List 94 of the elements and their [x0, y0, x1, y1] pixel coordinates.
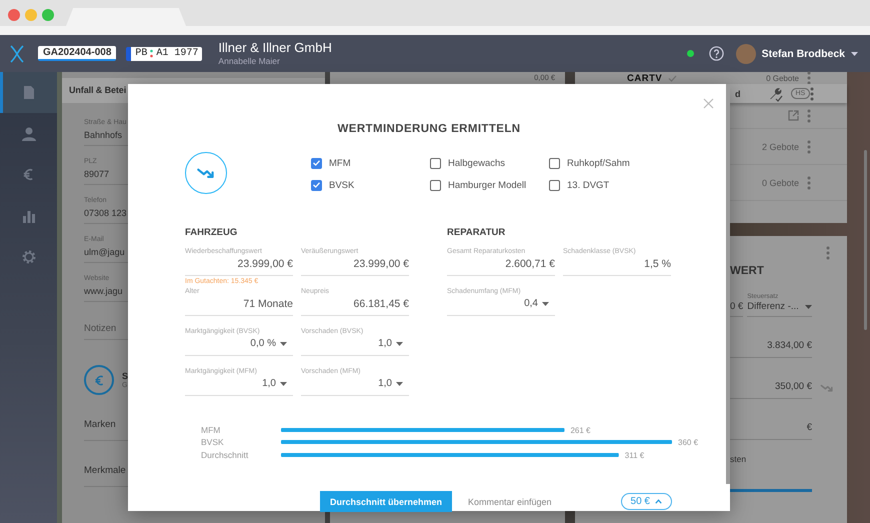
card-title: WERT: [730, 264, 765, 278]
field-value: 23.999,00 €: [236, 257, 293, 271]
caret-icon: [280, 342, 287, 346]
method-checkbox[interactable]: MFM: [311, 152, 430, 174]
value-label: 360 €: [678, 438, 698, 447]
bid-count: 0 Gebote: [766, 74, 799, 82]
amount-value: 350,00 €: [775, 380, 812, 394]
section-link[interactable]: Merkmale: [84, 465, 126, 476]
field-value: 1,0: [378, 337, 392, 351]
chevron-up-icon: [655, 499, 662, 504]
toolbar-text: d: [735, 88, 740, 98]
add-comment-link[interactable]: Kommentar einfügen: [468, 496, 552, 506]
checkbox[interactable]: [430, 180, 441, 190]
avatar[interactable]: [736, 44, 756, 64]
check-icon: [313, 160, 320, 166]
settings-icon: [20, 248, 36, 264]
field-value: 66.181,45 €: [352, 297, 409, 311]
caret-icon: [542, 302, 549, 306]
checkbox[interactable]: [430, 158, 441, 168]
external-link-icon[interactable]: [788, 110, 799, 121]
company-name: Illner & Illner GmbH: [218, 40, 332, 56]
euro-icon: [92, 374, 106, 386]
caret-icon: [280, 382, 287, 386]
field-value: Bahnhofs: [84, 129, 122, 142]
bar-label: Durchschnitt: [201, 450, 248, 460]
method-checkbox[interactable]: Hamburger Modell: [430, 174, 549, 196]
field-value: 1,5 %: [643, 257, 671, 271]
dialog-title: WERTMINDERUNG ERMITTELN: [336, 122, 522, 136]
value-label: 311 €: [624, 451, 644, 460]
amount-value: €: [806, 421, 812, 435]
contact-name: Annabelle Maier: [218, 56, 281, 67]
more-icon[interactable]: [826, 246, 830, 260]
bid-count: 0 Gebote: [762, 178, 799, 188]
section-link[interactable]: Marken: [84, 419, 116, 430]
amount-value: 3.834,00 €: [767, 339, 812, 353]
field-value: ulm@jagu: [84, 246, 125, 259]
plate-region: PB: [135, 48, 148, 60]
help-icon[interactable]: [708, 46, 724, 61]
field-value: 1,0: [262, 377, 276, 391]
method-checkbox[interactable]: Ruhkopf/Sahm: [549, 152, 668, 174]
tax-select[interactable]: Differenz -...: [747, 301, 812, 317]
scrollbar[interactable]: [726, 84, 730, 484]
method-checkbox[interactable]: Halbgewachs: [430, 152, 549, 174]
plate-number: A1 1977: [156, 48, 198, 60]
sidebar-item[interactable]: [0, 72, 57, 113]
logo-icon[interactable]: [9, 44, 25, 62]
field-value: 71 Monate: [242, 297, 293, 311]
checkbox[interactable]: [311, 180, 322, 190]
person-icon: [20, 126, 36, 140]
section-title: FAHRZEUG: [185, 227, 238, 239]
summary-title: S: [122, 370, 128, 380]
field-value: 1,0: [378, 377, 392, 391]
notes-field[interactable]: Notizen: [84, 323, 124, 334]
document-icon: [22, 85, 34, 100]
bar-label: BVSK: [201, 437, 224, 447]
user-name[interactable]: Stefan Brodbeck: [762, 48, 845, 60]
section-title: REPARATUR: [447, 227, 506, 239]
field-value: 0,4: [524, 297, 538, 311]
case-number: GA202404-008: [38, 46, 116, 61]
more-icon[interactable]: [807, 71, 811, 85]
field-value: 89077: [84, 168, 110, 181]
field-value: 23.999,00 €: [352, 257, 409, 271]
check-icon: [313, 182, 320, 188]
close-button[interactable]: [8, 9, 20, 21]
bid-count: 2 Gebote: [762, 142, 799, 152]
brand-name: CARTV: [627, 72, 662, 84]
scrollbar[interactable]: [864, 150, 867, 330]
more-icon[interactable]: [807, 176, 811, 190]
checkbox[interactable]: [549, 180, 560, 190]
more-icon[interactable]: [807, 140, 811, 154]
field-value: 07308 123: [84, 207, 127, 220]
caret-icon: [805, 305, 812, 309]
maximize-button[interactable]: [42, 9, 54, 21]
method-checkbox[interactable]: 13. DVGT: [549, 174, 668, 196]
caret-icon: [396, 342, 403, 346]
card-text: sten: [730, 454, 748, 464]
more-icon[interactable]: [807, 108, 811, 122]
caret-icon: [396, 382, 403, 386]
method-checkbox[interactable]: BVSK: [311, 174, 430, 196]
status-dot: [686, 50, 694, 57]
checkbox[interactable]: [549, 158, 560, 168]
field-value: 2.600,71 €: [504, 257, 555, 271]
minimize-button[interactable]: [25, 9, 37, 21]
plate-seal-icon: [150, 49, 154, 58]
check-icon: [668, 74, 678, 82]
checkbox[interactable]: [311, 158, 322, 168]
caret-icon[interactable]: [851, 52, 858, 56]
field-value: 0,0 %: [250, 337, 276, 351]
bar-label: MFM: [201, 425, 220, 435]
close-icon[interactable]: [703, 98, 714, 109]
more-icon[interactable]: [810, 86, 814, 100]
field-value: www.jagu: [84, 285, 123, 298]
bar-chart-icon: [22, 208, 36, 222]
value-label: 261 €: [570, 426, 590, 435]
